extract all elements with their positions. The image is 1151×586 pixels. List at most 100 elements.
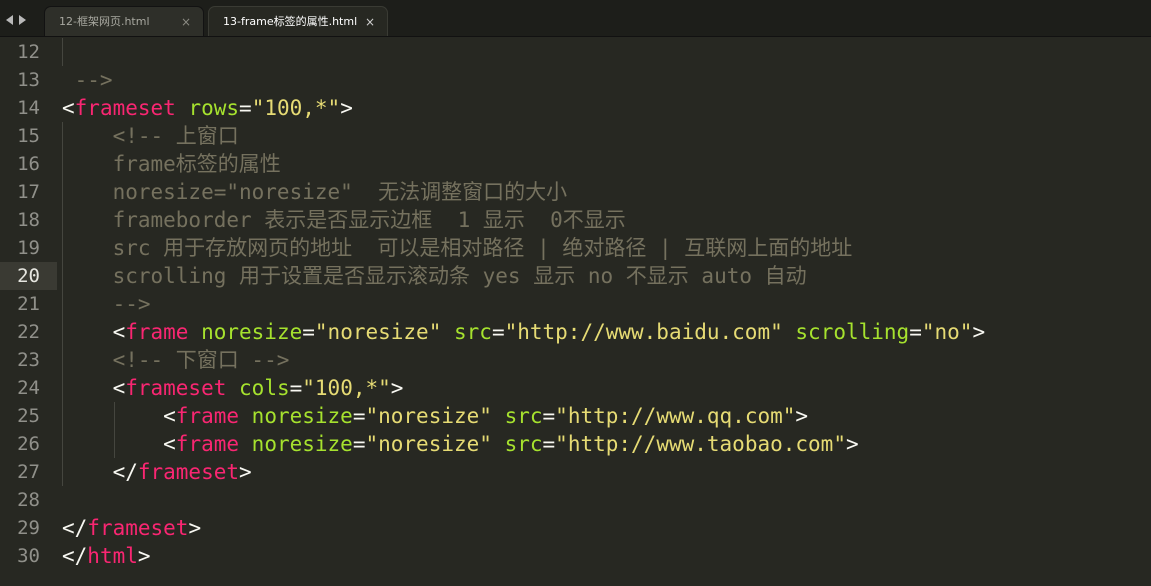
tab-12-frame-page[interactable]: 12-框架网页.html ×: [44, 6, 204, 36]
line-number: 12: [17, 41, 40, 63]
code-line[interactable]: 18 frameborder 表示是否显示边框 1 显示 0不显示: [0, 206, 1151, 234]
line-number: 27: [17, 461, 40, 483]
code-text: -->: [62, 290, 151, 318]
close-icon[interactable]: ×: [181, 7, 191, 37]
line-number: 14: [17, 97, 40, 119]
code-token: >: [239, 460, 252, 484]
line-number: 26: [17, 433, 40, 455]
line-number: 17: [17, 181, 40, 203]
code-token: src 用于存放网页的地址 可以是相对路径 | 绝对路径 | 互联网上面的地址: [62, 236, 853, 260]
code-text: </html>: [62, 542, 151, 570]
code-line[interactable]: 24 <frameset cols="100,*">: [0, 374, 1151, 402]
code-token: =: [239, 96, 252, 120]
code-text: </frameset>: [62, 514, 201, 542]
code-line[interactable]: 27 </frameset>: [0, 458, 1151, 486]
code-token: </: [62, 460, 138, 484]
code-token: noresize: [251, 404, 353, 428]
code-line[interactable]: 16 frame标签的属性: [0, 150, 1151, 178]
code-line[interactable]: 25 <frame noresize="noresize" src="http:…: [0, 402, 1151, 430]
code-token: scrolling: [795, 320, 910, 344]
code-line[interactable]: 13 -->: [0, 66, 1151, 94]
code-token: frameborder 表示是否显示边框 1 显示 0不显示: [62, 208, 626, 232]
code-line[interactable]: 14 <frameset rows="100,*">: [0, 94, 1151, 122]
line-number: 28: [17, 489, 40, 511]
code-token: "100,*": [251, 96, 341, 120]
code-token: >: [340, 96, 353, 120]
code-line[interactable]: 19 src 用于存放网页的地址 可以是相对路径 | 绝对路径 | 互联网上面的…: [0, 234, 1151, 262]
code-editor[interactable]: 12 13 --> 14 <frameset rows="100,*"> 15 <!--…: [0, 37, 1151, 586]
code-text: noresize="noresize" 无法调整窗口的大小: [62, 178, 568, 206]
code-token: src: [454, 320, 492, 344]
code-line[interactable]: 17 noresize="noresize" 无法调整窗口的大小: [0, 178, 1151, 206]
code-line[interactable]: 21 -->: [0, 290, 1151, 318]
indent-guide: [114, 402, 115, 458]
code-token: "http://www.baidu.com": [504, 320, 783, 344]
code-line[interactable]: 28: [0, 486, 1151, 514]
code-token: </: [62, 544, 88, 568]
code-token: <: [62, 404, 176, 428]
code-token: "http://www.qq.com": [555, 404, 796, 428]
code-text: scrolling 用于设置是否显示滚动条 yes 显示 no 不显示 auto…: [62, 262, 807, 290]
code-token: frame: [175, 404, 240, 428]
code-token: frameset: [74, 96, 176, 120]
line-number: 20: [17, 265, 40, 287]
arrow-left-icon[interactable]: [6, 15, 13, 25]
code-line[interactable]: 20 scrolling 用于设置是否显示滚动条 yes 显示 no 不显示 a…: [0, 262, 1151, 290]
code-token: "100,*": [302, 376, 391, 400]
code-token: =: [909, 320, 922, 344]
code-token: frameset: [125, 376, 227, 400]
code-line[interactable]: 23 <!-- 下窗口 -->: [0, 346, 1151, 374]
code-line[interactable]: 15 <!-- 上窗口: [0, 122, 1151, 150]
code-token: "noresize": [365, 404, 492, 428]
line-number: 21: [17, 293, 40, 315]
code-token: >: [972, 320, 986, 344]
line-number: 24: [17, 377, 40, 399]
code-token: =: [289, 376, 303, 400]
code-token: <: [62, 320, 126, 344]
code-token: html: [87, 544, 138, 568]
code-token: src: [504, 404, 543, 428]
code-token: <: [62, 96, 75, 120]
code-token: <: [62, 376, 126, 400]
code-line[interactable]: 26 <frame noresize="noresize" src="http:…: [0, 430, 1151, 458]
code-token: <!-- 下窗口 -->: [62, 348, 290, 372]
code-token: cols: [239, 376, 290, 400]
code-token: -->: [62, 68, 113, 92]
code-line[interactable]: 29 </frameset>: [0, 514, 1151, 542]
tab-label: 13-frame标签的属性.html: [223, 15, 358, 28]
code-token: "no": [921, 320, 973, 344]
line-number: 19: [17, 237, 40, 259]
code-token: noresize="noresize" 无法调整窗口的大小: [62, 180, 568, 204]
tab-nav-arrows: [6, 10, 36, 26]
code-token: frame标签的属性: [62, 152, 281, 176]
line-number: 15: [17, 125, 40, 147]
line-number: 18: [17, 209, 40, 231]
code-token: frame: [175, 432, 240, 456]
line-number: 25: [17, 405, 40, 427]
close-icon[interactable]: ×: [365, 7, 375, 37]
code-token: =: [491, 320, 505, 344]
code-line[interactable]: 22 <frame noresize="noresize" src="http:…: [0, 318, 1151, 346]
code-token: >: [390, 376, 404, 400]
code-token: -->: [62, 292, 151, 316]
line-number: 30: [17, 545, 40, 567]
code-line[interactable]: 30 </html>: [0, 542, 1151, 570]
indent-guide: [62, 122, 63, 486]
code-text: <frame noresize="noresize" src="http://w…: [62, 402, 808, 430]
arrow-right-icon[interactable]: [19, 15, 26, 25]
code-text: <!-- 下窗口 -->: [62, 346, 290, 374]
code-text: <frame noresize="noresize" src="http://w…: [62, 430, 858, 458]
tab-13-frame-attributes[interactable]: 13-frame标签的属性.html ×: [208, 6, 388, 36]
code-token: frameset: [87, 516, 189, 540]
code-token: </: [62, 516, 88, 540]
line-number: 29: [17, 517, 40, 539]
code-text: frame标签的属性: [62, 150, 281, 178]
line-number: 13: [17, 69, 40, 91]
line-number: 23: [17, 349, 40, 371]
code-token: scrolling 用于设置是否显示滚动条 yes 显示 no 不显示 auto…: [62, 264, 807, 288]
code-line[interactable]: 12: [0, 38, 1151, 66]
